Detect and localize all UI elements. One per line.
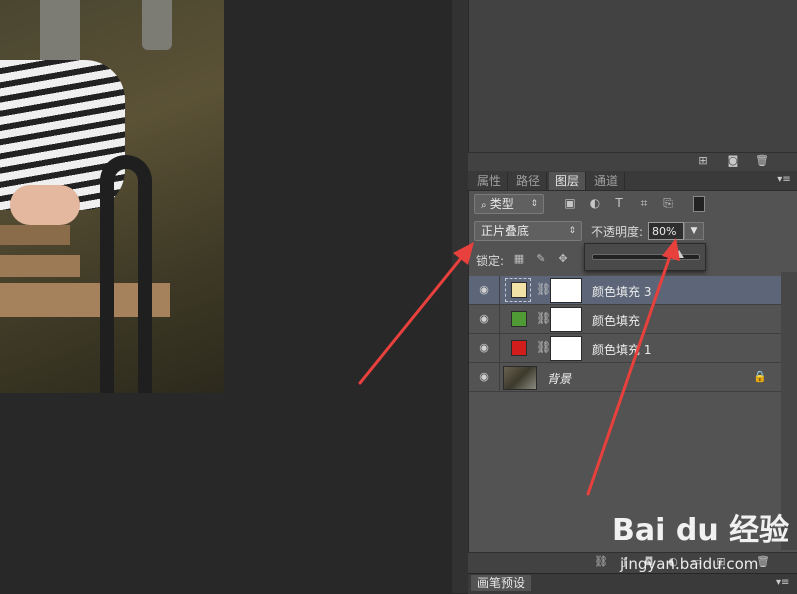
filter-pixel-icon[interactable]: ▣	[562, 195, 578, 211]
layer-mask-thumbnail[interactable]	[550, 336, 582, 361]
layer-mask-thumbnail[interactable]	[550, 307, 582, 332]
eye-icon[interactable]: ◉	[477, 341, 491, 355]
lock-brush-icon[interactable]: ✎	[534, 252, 548, 266]
eye-icon[interactable]: ◉	[477, 370, 491, 384]
opacity-slider-thumb[interactable]	[674, 250, 684, 258]
color-swatch[interactable]	[511, 340, 527, 356]
watermark-url: jingyan.baidu.com	[620, 555, 759, 573]
lock-move-icon[interactable]: ✥	[556, 252, 570, 266]
link-layers-icon[interactable]: ⛓	[594, 555, 608, 569]
panel-gutter	[452, 0, 468, 593]
color-swatch[interactable]	[511, 282, 527, 298]
divider	[499, 305, 500, 333]
tab-paths[interactable]: 路径	[510, 172, 548, 190]
lock-label: 锁定:	[476, 254, 505, 268]
trash-icon[interactable]: 🗑	[755, 155, 769, 166]
opacity-dropdown-button[interactable]: ▼	[684, 222, 704, 240]
updown-arrow-icon: ⇕	[568, 226, 576, 236]
upper-panel-toolbar	[468, 152, 797, 171]
watermark-brand: Bai du 经验	[612, 513, 790, 548]
tab-channels[interactable]: 通道	[588, 172, 626, 190]
blend-mode-dropdown[interactable]: 正片叠底 ⇕	[474, 221, 582, 241]
lock-transparent-icon[interactable]: ▦	[512, 252, 526, 266]
opacity-label: 不透明度:	[591, 225, 644, 239]
color-swatch[interactable]	[511, 311, 527, 327]
tab-properties[interactable]: 属性	[471, 172, 509, 190]
link-chain-icon[interactable]: ⛓	[536, 311, 551, 325]
link-chain-icon[interactable]: ⛓	[536, 282, 551, 296]
filter-adjustment-icon[interactable]: ◐	[587, 195, 603, 211]
updown-arrow-icon: ⇕	[530, 199, 538, 209]
layer-filter-dropdown[interactable]: ⌕ 类型 ⇕	[474, 194, 544, 214]
search-icon: ⌕	[481, 200, 490, 211]
divider	[499, 363, 500, 391]
eye-icon[interactable]: ◉	[477, 312, 491, 326]
divider	[499, 334, 500, 362]
filter-type-label: 类型	[489, 197, 514, 211]
baidu-jingyan-watermark: Bai du 经验 jingyan.baidu.com	[612, 505, 792, 589]
lock-icon: 🔒	[753, 370, 767, 383]
layer-mask-thumbnail[interactable]	[550, 278, 582, 303]
layer-name[interactable]: 颜色填充 1	[592, 341, 651, 358]
divider	[499, 276, 500, 304]
link-chain-icon[interactable]: ⛓	[536, 340, 551, 354]
tab-layers[interactable]: 图层	[549, 172, 587, 190]
new-item-icon[interactable]: ⊞	[696, 155, 710, 166]
layer-row-color-fill-1[interactable]: ◉ ⛓ 颜色填充 1	[469, 334, 781, 363]
layer-name[interactable]: 颜色填充	[592, 312, 640, 329]
eye-icon[interactable]: ◉	[477, 283, 491, 297]
layer-row-background[interactable]: ◉ 背景 🔒	[469, 363, 781, 392]
layer-name[interactable]: 背景	[547, 370, 571, 387]
filter-shape-icon[interactable]: ⌗	[636, 195, 652, 211]
camera-icon[interactable]: ◙	[726, 155, 740, 166]
annotation-arrow-blend	[358, 250, 468, 385]
upper-panel	[468, 0, 797, 152]
tab-brush-presets[interactable]: 画笔预设	[471, 575, 532, 591]
background-thumbnail[interactable]	[503, 366, 537, 390]
layer-row-color-fill[interactable]: ◉ ⛓ 颜色填充	[469, 305, 781, 334]
layer-row-color-fill-3[interactable]: ◉ ⛓ 颜色填充 3	[469, 276, 781, 305]
filter-toggle-switch[interactable]	[693, 196, 705, 212]
filter-smart-object-icon[interactable]: ⎘	[660, 195, 676, 211]
opacity-input[interactable]: 80%	[648, 222, 684, 240]
layer-name[interactable]: 颜色填充 3	[592, 283, 651, 300]
blend-mode-value: 正片叠底	[481, 224, 530, 238]
panel-menu-icon[interactable]: ▾≡	[775, 174, 793, 186]
filter-type-icon[interactable]: T	[611, 195, 627, 211]
photo-canvas	[0, 0, 224, 393]
